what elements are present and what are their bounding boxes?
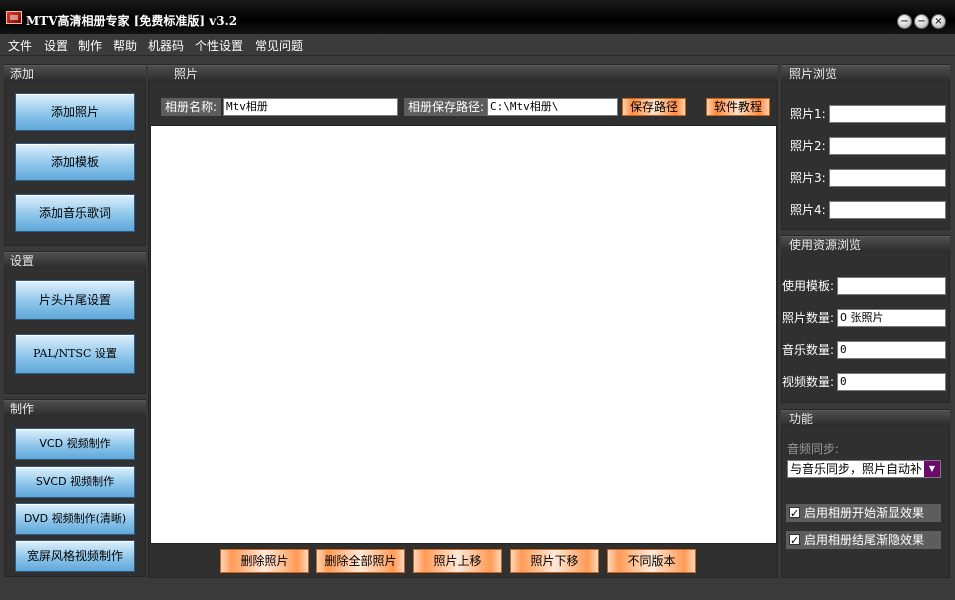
menu-make[interactable]: 制作 (78, 37, 102, 54)
intro-outro-settings-button[interactable]: 片头片尾设置 (15, 280, 135, 320)
photo-3-label: 照片3: (790, 171, 826, 185)
menu-settings[interactable]: 设置 (44, 37, 68, 54)
save-path-button[interactable]: 保存路径 (622, 98, 686, 116)
add-photo-button[interactable]: 添加照片 (15, 93, 135, 131)
video-count-field: 0 (837, 373, 946, 391)
delete-photo-button[interactable]: 删除照片 (220, 549, 309, 573)
close-icon[interactable]: × (931, 14, 946, 29)
menu-bar: 文件 设置 制作 帮助 机器码 个性设置 常见问题 (0, 34, 955, 56)
audio-sync-label: 音频同步: (787, 442, 840, 456)
menu-file[interactable]: 文件 (8, 37, 32, 54)
dvd-make-button[interactable]: DVD 视频制作(清晰) (15, 503, 135, 535)
photo-1-label: 照片1: (790, 107, 826, 121)
resources-header: 使用资源浏览 (781, 236, 950, 252)
photo-list-area[interactable] (150, 125, 777, 544)
widescreen-make-button[interactable]: 宽屏风格视频制作 (15, 540, 135, 572)
fade-out-checkbox[interactable]: 启用相册结尾渐隐效果 (786, 531, 941, 550)
photo-count-field: 0 张照片 (837, 309, 946, 327)
dropdown-arrow-icon[interactable]: ▼ (924, 461, 940, 477)
fade-in-checkbox[interactable]: 启用相册开始渐显效果 (786, 504, 941, 523)
music-count-field: 0 (837, 341, 946, 359)
video-count-label: 视频数量: (782, 375, 835, 389)
add-template-button[interactable]: 添加模板 (15, 143, 135, 181)
fade-in-checkbox-label: 启用相册开始渐显效果 (804, 506, 925, 520)
checkbox-checked-icon[interactable] (789, 505, 800, 523)
menu-help[interactable]: 帮助 (113, 37, 137, 54)
album-name-label: 相册名称: (161, 98, 222, 116)
fade-out-checkbox-label: 启用相册结尾渐隐效果 (804, 533, 925, 547)
audio-sync-select[interactable]: 与音乐同步，照片自动补 ▼ (787, 460, 941, 478)
function-panel (781, 409, 950, 578)
different-versions-button[interactable]: 不同版本 (607, 549, 696, 573)
menu-machine-code[interactable]: 机器码 (148, 37, 184, 54)
pal-ntsc-settings-button[interactable]: PAL/NTSC 设置 (15, 334, 135, 374)
delete-all-photos-button[interactable]: 删除全部照片 (316, 549, 405, 573)
add-music-lyrics-button[interactable]: 添加音乐歌词 (15, 194, 135, 232)
photo-4-label: 照片4: (790, 203, 826, 217)
used-template-label: 使用模板: (782, 279, 835, 293)
used-template-field (837, 277, 946, 295)
music-count-label: 音乐数量: (782, 343, 835, 357)
move-photo-up-button[interactable]: 照片上移 (413, 549, 502, 573)
move-photo-down-button[interactable]: 照片下移 (510, 549, 599, 573)
photo-1-field[interactable] (829, 105, 946, 123)
svcd-make-button[interactable]: SVCD 视频制作 (15, 466, 135, 498)
photo-3-field[interactable] (829, 169, 946, 187)
photo-header: 照片 (148, 65, 778, 81)
photo-count-label: 照片数量: (782, 311, 835, 325)
menu-personalize[interactable]: 个性设置 (195, 37, 243, 54)
function-header: 功能 (781, 410, 950, 426)
vcd-make-button[interactable]: VCD 视频制作 (15, 428, 135, 460)
settings-header: 设置 (4, 252, 146, 268)
menu-faq[interactable]: 常见问题 (255, 37, 303, 54)
restore-icon[interactable]: − (914, 14, 929, 29)
photo-2-field[interactable] (829, 137, 946, 155)
app-logo-icon (6, 11, 22, 24)
photo-4-field[interactable] (829, 201, 946, 219)
photo-browse-header: 照片浏览 (781, 65, 950, 81)
save-path-input[interactable]: C:\Mtv相册\ (487, 98, 618, 116)
album-name-input[interactable]: Mtv相册 (223, 98, 398, 116)
checkbox-checked-icon[interactable] (789, 532, 800, 550)
software-tutorial-button[interactable]: 软件教程 (706, 98, 770, 116)
title-bar[interactable]: MTV高清相册专家 [免费标准版] v3.2 − − × (0, 0, 955, 34)
save-path-label: 相册保存路径: (404, 98, 489, 116)
audio-sync-value: 与音乐同步，照片自动补 (790, 462, 923, 476)
add-header: 添加 (4, 65, 146, 81)
photo-2-label: 照片2: (790, 139, 826, 153)
window-title: MTV高清相册专家 [免费标准版] v3.2 (26, 14, 238, 28)
minimize-icon[interactable]: − (897, 14, 912, 29)
make-header: 制作 (4, 400, 146, 416)
